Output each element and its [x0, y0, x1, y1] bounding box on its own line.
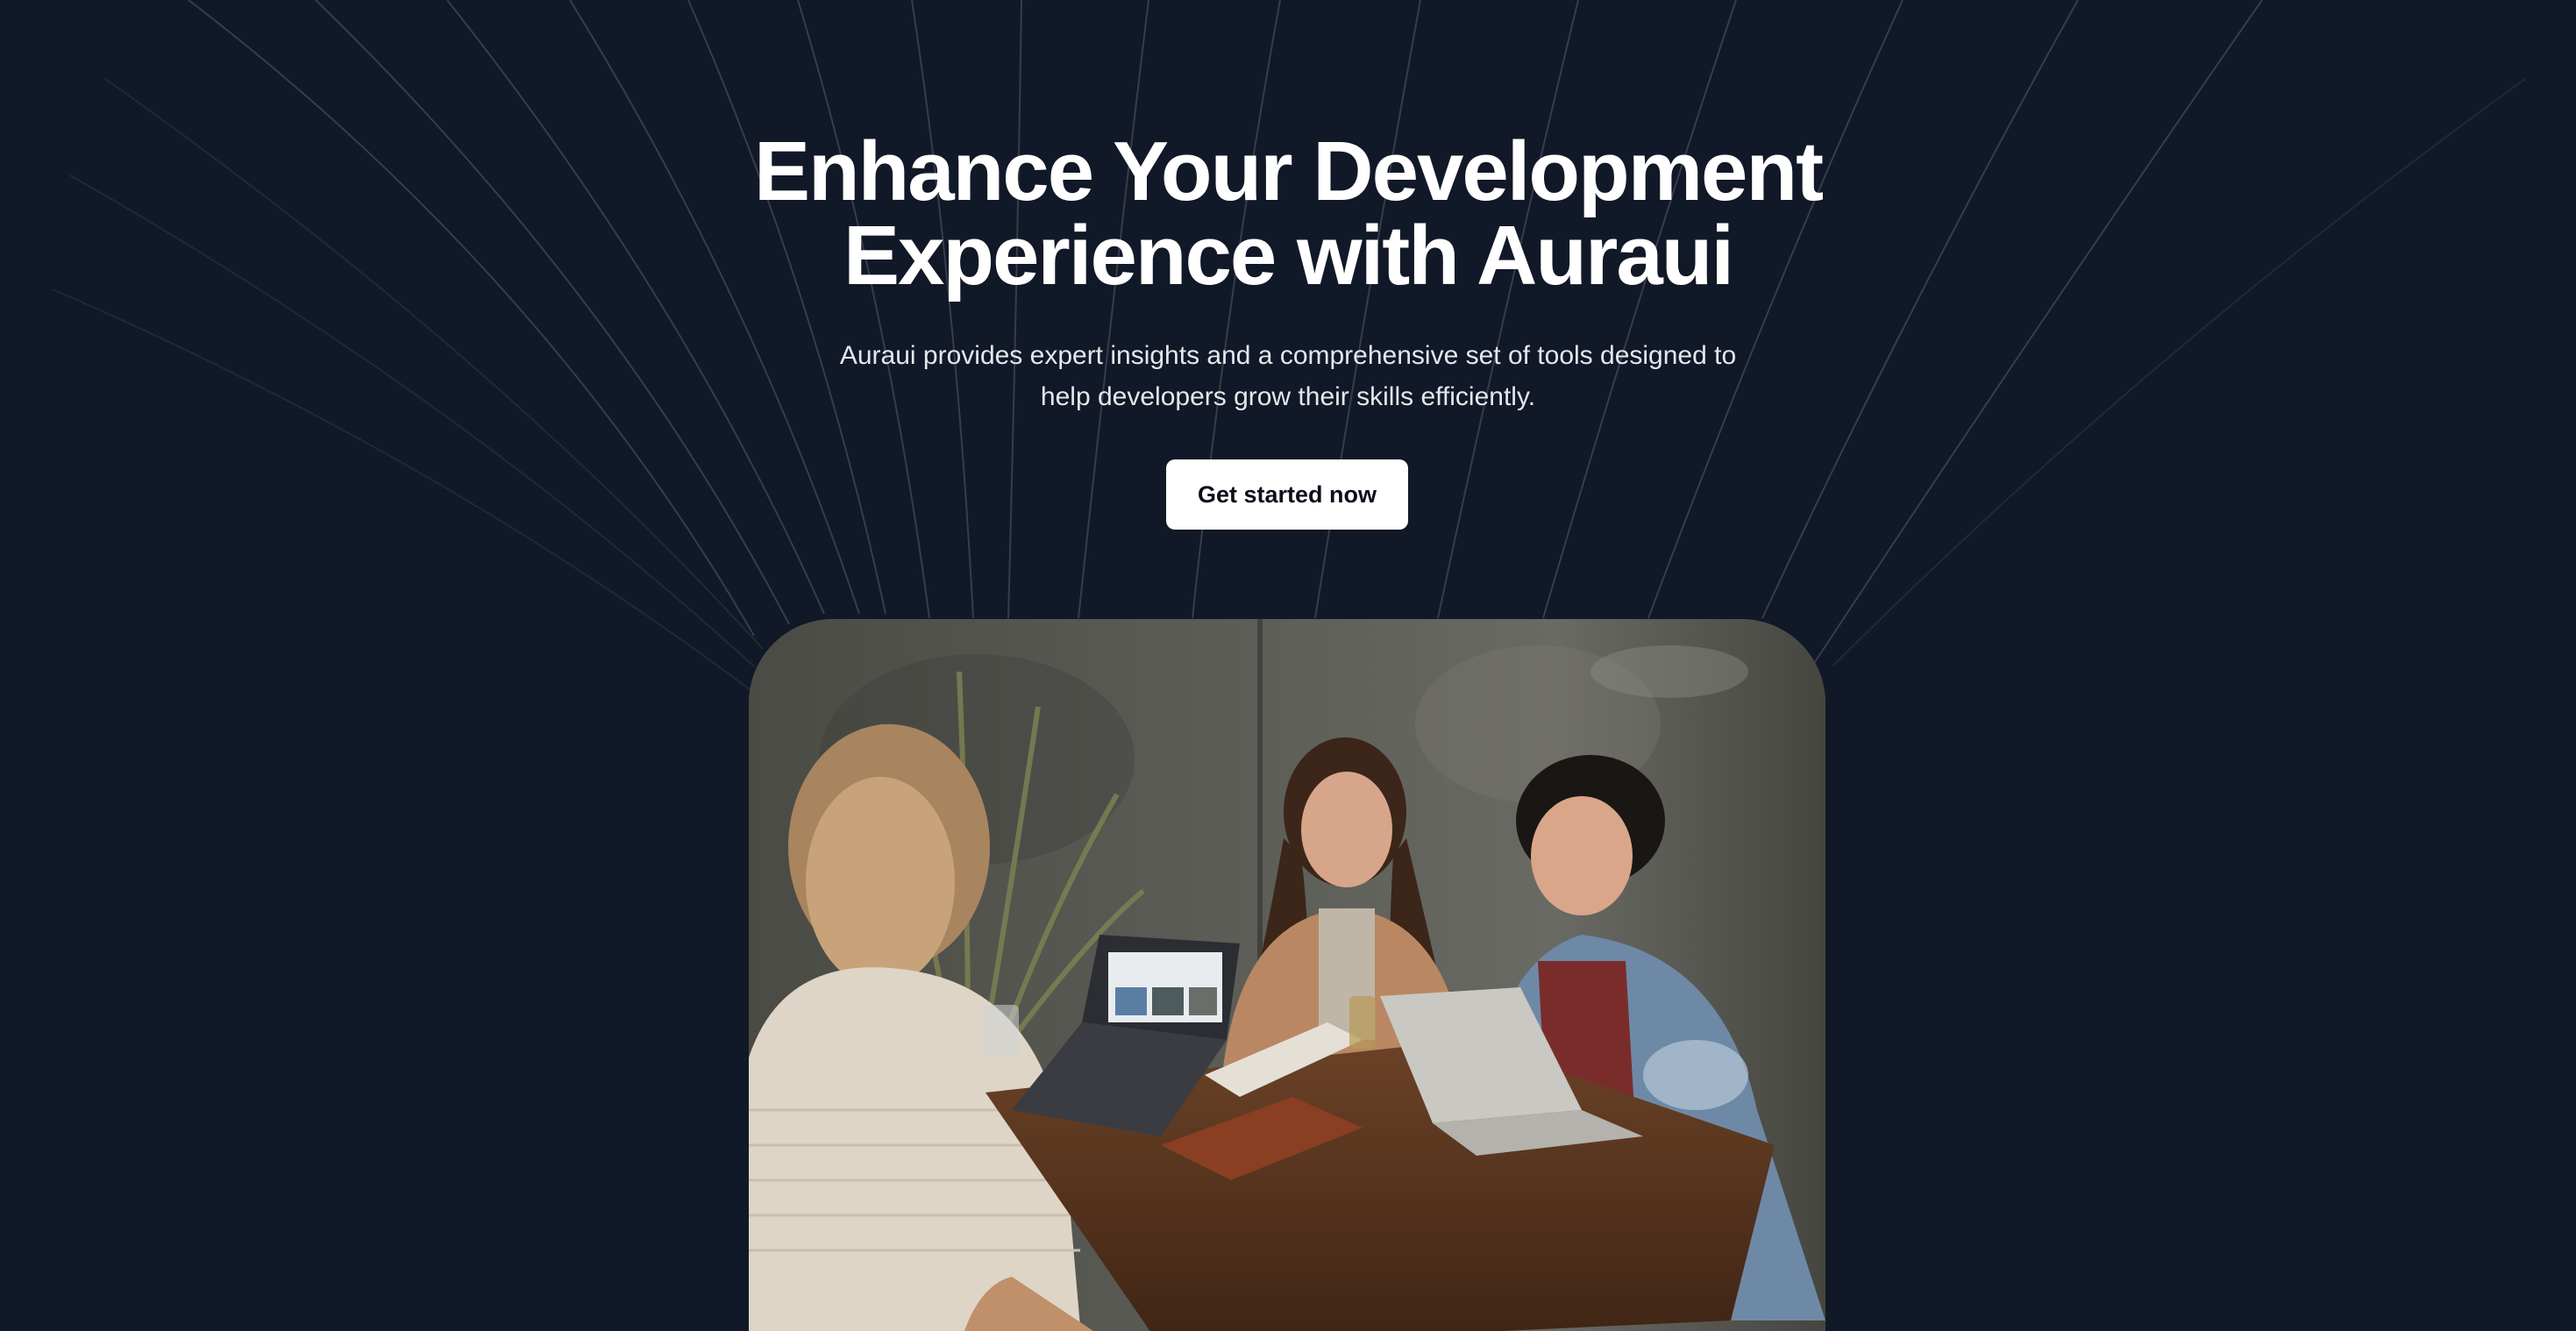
- hero-subtitle-line-1: Auraui provides expert insights and a co…: [839, 341, 1737, 370]
- hero-title: Enhance Your Development Experience with…: [0, 130, 2576, 298]
- hero-title-line-1: Enhance Your Development: [753, 125, 1824, 218]
- hero-image: [749, 619, 1825, 1331]
- hero-title-line-2: Experience with Auraui: [843, 209, 1734, 302]
- hero-subtitle-line-2: help developers grow their skills effici…: [1040, 382, 1536, 411]
- landing-page: Enhance Your Development Experience with…: [0, 0, 2576, 1331]
- hero-subtitle: Auraui provides expert insights and a co…: [0, 335, 2576, 417]
- get-started-button[interactable]: Get started now: [1166, 459, 1408, 530]
